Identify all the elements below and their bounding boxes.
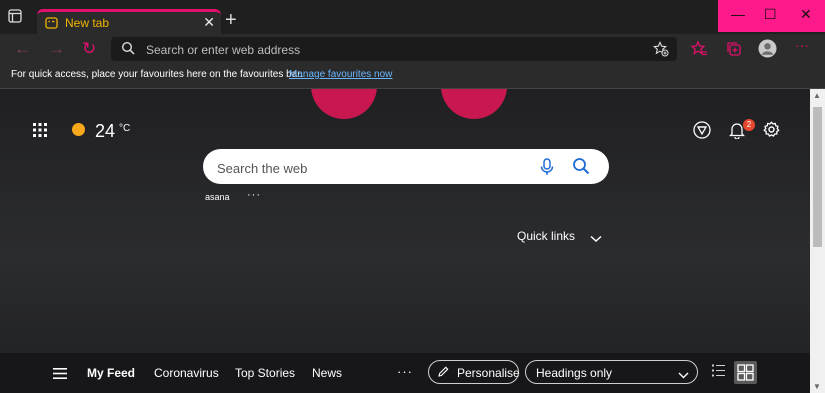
page-scrollbar[interactable]: ▲ ▼ (810, 89, 825, 393)
tab-new-tab[interactable]: New tab ✕ (37, 9, 221, 34)
weather-temperature[interactable]: 24 (95, 121, 115, 142)
personalise-button[interactable]: Personalise (428, 360, 520, 384)
refresh-button[interactable]: ↻ (82, 39, 96, 59)
background-image-left (311, 89, 377, 119)
window-controls: — ☐ ✕ (718, 0, 825, 32)
search-icon (121, 41, 135, 60)
profile-avatar[interactable] (758, 39, 777, 63)
chevron-down-icon[interactable] (590, 230, 602, 248)
address-input[interactable] (144, 40, 648, 60)
grid-view-button[interactable] (734, 361, 757, 384)
favourites-bar-message: For quick access, place your favourites … (11, 69, 303, 80)
toolbar: ← → ↻ ··· (0, 34, 825, 64)
feed-layout-select[interactable]: Headings only (525, 360, 698, 384)
quick-links-toggle[interactable]: Quick links (517, 229, 575, 243)
personalise-label: Personalise (457, 366, 520, 380)
maximize-button[interactable]: ☐ (764, 6, 777, 23)
tab-actions-icon[interactable] (8, 9, 28, 29)
new-tab-button[interactable]: + (225, 10, 237, 30)
manage-favourites-link[interactable]: Manage favourites now (289, 69, 392, 80)
list-view-icon[interactable] (712, 364, 725, 382)
scroll-up-arrow-icon[interactable]: ▲ (813, 91, 821, 100)
scroll-down-arrow-icon[interactable]: ▼ (813, 382, 821, 391)
web-search-input[interactable] (215, 157, 529, 179)
add-favourite-icon[interactable] (653, 41, 669, 62)
page-settings-gear-icon[interactable] (763, 121, 780, 143)
background-image-right (441, 89, 507, 119)
forward-button[interactable]: → (48, 39, 65, 59)
weather-sun-icon[interactable] (72, 123, 85, 136)
close-window-button[interactable]: ✕ (800, 6, 812, 23)
search-submit-icon[interactable] (572, 157, 590, 180)
tab-title: New tab (65, 16, 110, 30)
favourites-icon[interactable] (690, 40, 708, 63)
settings-more-button[interactable]: ··· (795, 37, 809, 53)
app-launcher-icon[interactable] (33, 123, 47, 142)
weather-unit: °C (119, 123, 131, 134)
title-bar: New tab ✕ + — ☐ ✕ (0, 0, 825, 34)
feed-more-button[interactable]: ··· (397, 364, 413, 379)
voice-search-microphone-icon[interactable] (540, 158, 554, 181)
back-button[interactable]: ← (14, 39, 31, 59)
hamburger-menu-icon[interactable] (53, 366, 67, 384)
favourites-bar: For quick access, place your favourites … (0, 64, 825, 89)
rewards-icon[interactable] (693, 121, 711, 144)
feed-tab-top-stories[interactable]: Top Stories (235, 366, 295, 380)
notification-count-badge: 2 (743, 119, 755, 131)
suggestion-more-button[interactable]: ··· (247, 189, 261, 201)
address-bar[interactable] (111, 37, 677, 61)
new-tab-favicon-icon (45, 16, 58, 34)
new-tab-page: 24 °C 2 asana ··· Quick links My Feed Co… (0, 89, 810, 393)
chevron-down-icon (678, 368, 689, 382)
collections-icon[interactable] (725, 40, 743, 63)
feed-navigation-bar: My Feed Coronavirus Top Stories News ···… (0, 353, 810, 393)
feed-layout-value: Headings only (536, 366, 613, 380)
tab-close-icon[interactable]: ✕ (203, 14, 215, 31)
feed-tab-coronavirus[interactable]: Coronavirus (154, 366, 219, 380)
minimize-button[interactable]: — (731, 6, 745, 22)
search-suggestion-asana[interactable]: asana (205, 192, 230, 202)
pencil-icon (438, 366, 449, 380)
web-search-box[interactable] (203, 149, 609, 184)
feed-tab-my-feed[interactable]: My Feed (87, 366, 135, 380)
feed-tab-news[interactable]: News (312, 366, 342, 380)
scrollbar-thumb[interactable] (813, 107, 822, 247)
